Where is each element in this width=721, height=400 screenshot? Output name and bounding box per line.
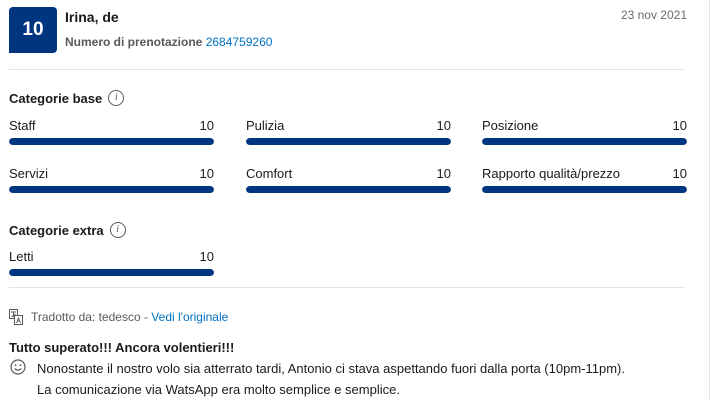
score-bar [482,138,687,145]
booking-number[interactable]: 2684759260 [206,35,273,49]
category-score: 10 [672,118,687,133]
category-rapporto-qualita-prezzo: Rapporto qualità/prezzo 10 [482,166,687,193]
smiley-icon [10,359,26,375]
score-bar-fill [246,186,451,193]
review-score-badge: 10 [9,7,57,53]
extra-categories-label: Categorie extra [9,222,104,238]
score-bar [9,138,214,145]
category-comfort: Comfort 10 [246,166,451,193]
score-bar [9,269,214,276]
category-label: Posizione [482,118,539,133]
category-staff: Staff 10 [9,118,214,145]
divider [9,69,685,70]
score-bar-fill [9,186,214,193]
review-date: 23 nov 2021 [620,8,687,22]
booking-label: Numero di prenotazione [65,35,203,49]
category-posizione: Posizione 10 [482,118,687,145]
score-bar [246,138,451,145]
score-bar-fill [246,138,451,145]
category-score: 10 [436,118,451,133]
score-bar-fill [482,138,687,145]
score-bar [246,186,451,193]
review-body-line: Nonostante il nostro volo sia atterrato … [37,361,625,376]
score-bar-fill [482,186,687,193]
category-score: 10 [436,166,451,181]
score-bar-fill [9,138,214,145]
view-original-link[interactable]: Vedi l'originale [151,310,228,324]
info-icon[interactable]: i [108,90,125,106]
category-label: Pulizia [246,118,285,133]
translated-from-label: Tradotto da: tedesco - [31,310,148,324]
category-servizi: Servizi 10 [9,166,214,193]
review-body-line: La comunicazione via WatsApp era molto s… [37,382,400,397]
reviewer-name: Irina, de [65,9,119,25]
scrollbar-track [709,0,710,400]
translate-icon [9,309,23,325]
category-label: Rapporto qualità/prezzo [482,166,621,181]
extra-categories-title: Categorie extra i [9,222,126,238]
base-categories-title: Categorie base i [9,90,125,106]
review-body: Nonostante il nostro volo sia atterrato … [37,358,625,400]
divider [9,287,685,288]
score-bar [9,186,214,193]
review-title: Tutto superato!!! Ancora volentieri!!! [9,340,235,355]
category-score: 10 [672,166,687,181]
score-bar [482,186,687,193]
category-letti: Letti 10 [9,249,214,276]
translation-row: Tradotto da: tedesco - Vedi l'originale [9,309,228,325]
category-score: 10 [199,118,214,133]
category-label: Comfort [246,166,293,181]
category-label: Letti [9,249,34,264]
info-icon[interactable]: i [109,222,126,238]
booking-number-row: Numero di prenotazione 2684759260 [65,35,272,49]
category-score: 10 [199,166,214,181]
category-label: Staff [9,118,36,133]
category-pulizia: Pulizia 10 [246,118,451,145]
category-label: Servizi [9,166,49,181]
category-score: 10 [199,249,214,264]
score-bar-fill [9,269,214,276]
base-categories-label: Categorie base [9,90,103,106]
